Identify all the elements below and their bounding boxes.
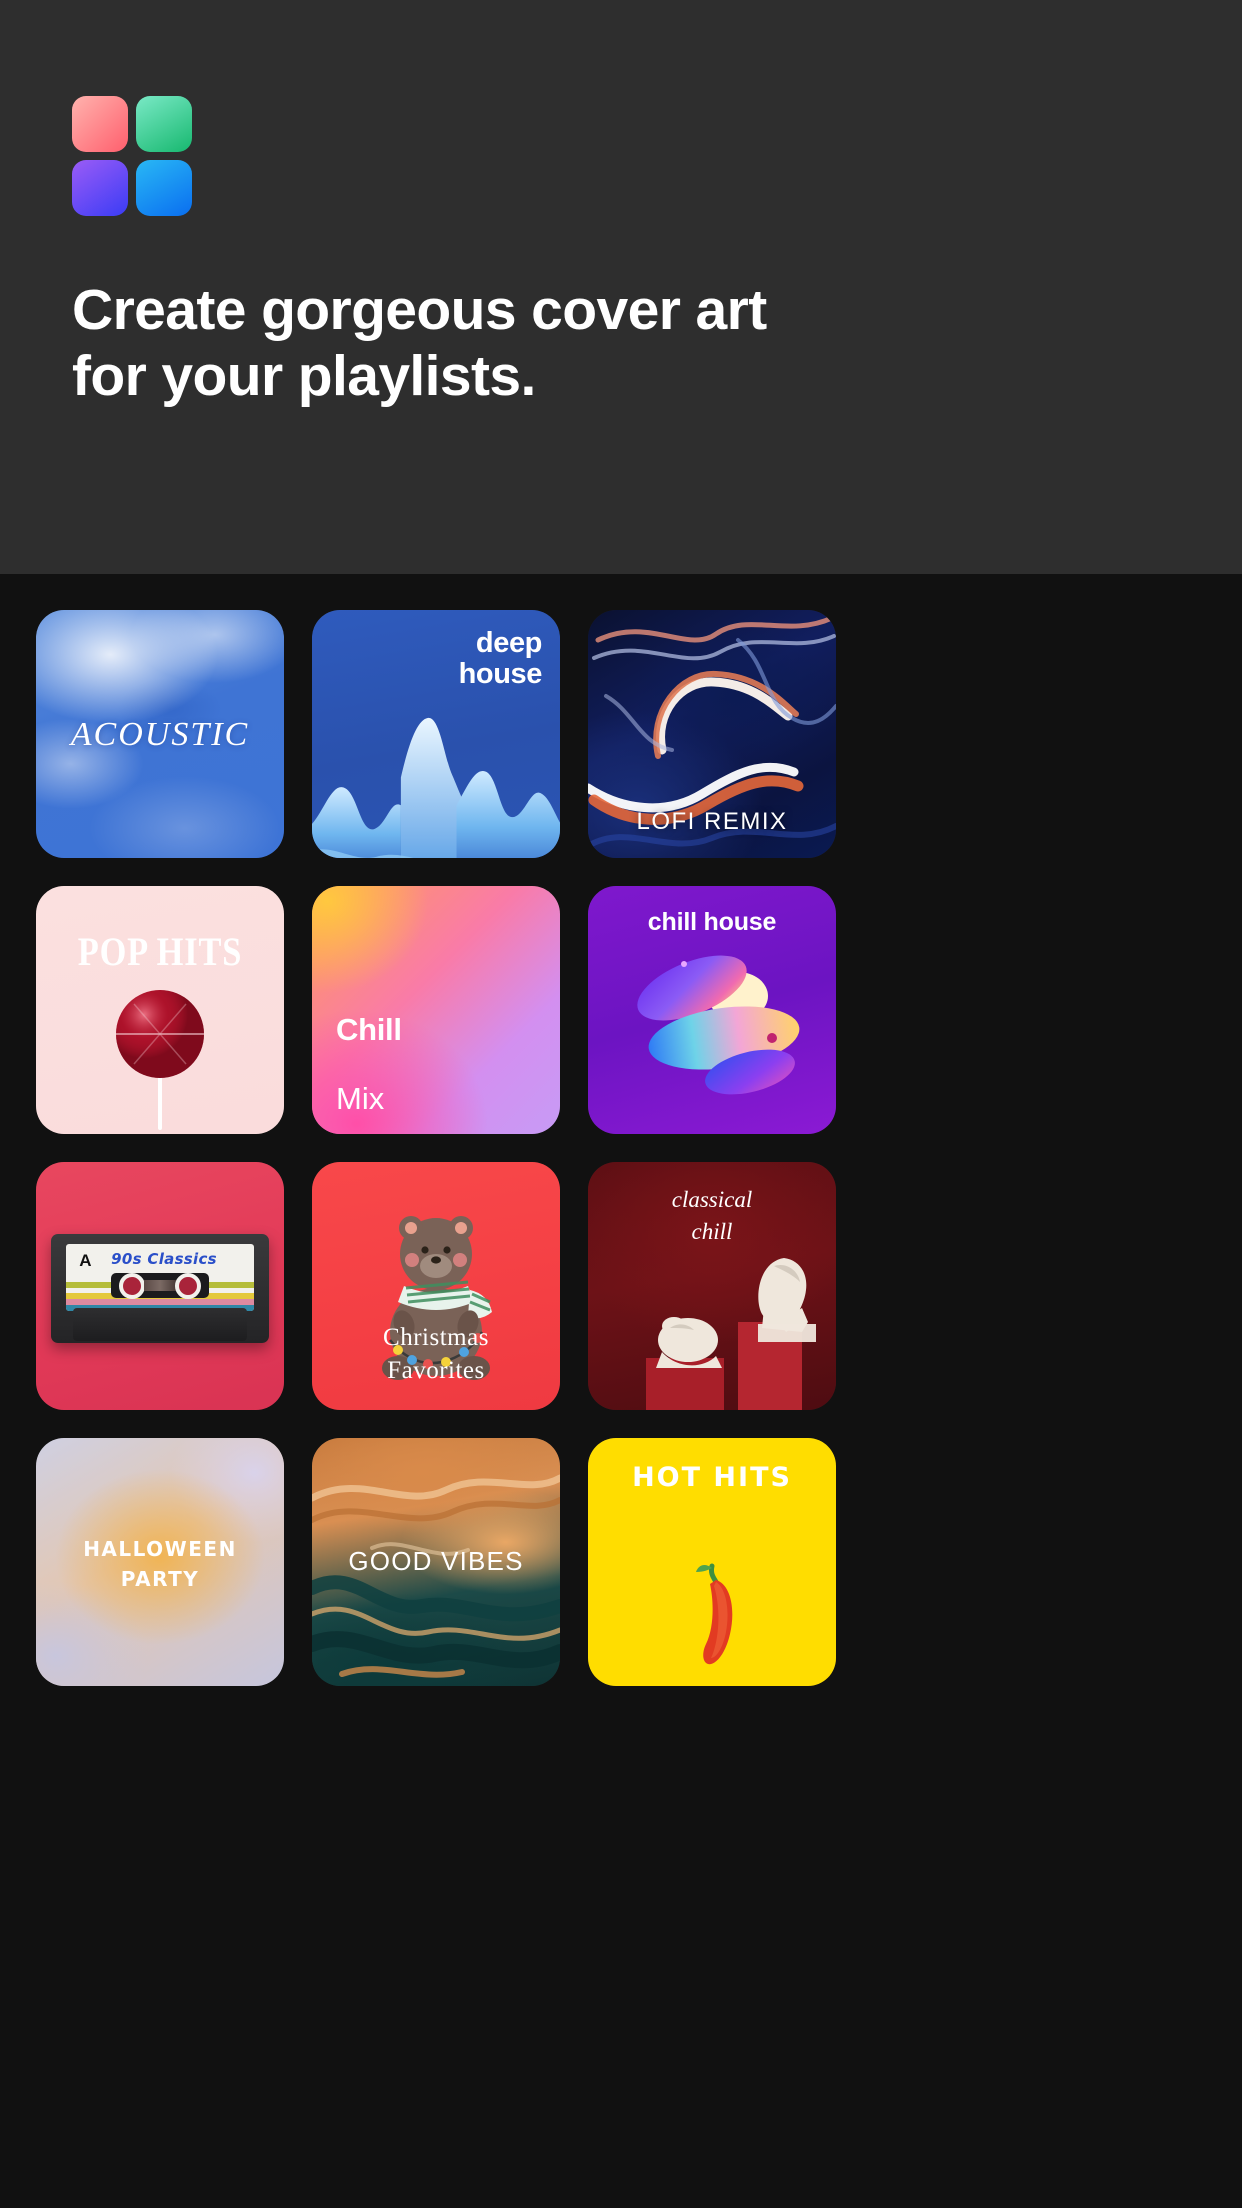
lollipop-icon — [116, 990, 204, 1130]
logo-tile-red-icon — [72, 96, 128, 152]
chili-pepper-icon — [696, 1563, 733, 1665]
wave-peaks-icon — [312, 718, 560, 858]
cover-card-hot-hits[interactable]: HOT HITS — [588, 1438, 836, 1686]
cover-card-pop-hits[interactable]: POP HITS — [36, 886, 284, 1134]
logo-tile-blue-icon — [136, 160, 192, 216]
app-logo[interactable] — [72, 96, 192, 216]
cover-card-christmas-favorites[interactable]: Christmas Favorites — [312, 1162, 560, 1410]
cover-art-gallery: ACOUSTIC deep house LOFI REMIX POP HITS … — [0, 574, 1242, 1686]
cover-title-chill-mix: Chill Mix — [336, 978, 402, 1134]
cover-title-chill-house: chill house — [647, 908, 777, 936]
cover-title-90s-classics: 90s Classics — [111, 1249, 217, 1268]
cover-card-chill-mix[interactable]: Chill Mix — [312, 886, 560, 1134]
cover-title-acoustic: ACOUSTIC — [70, 716, 250, 753]
cover-card-lofi-remix[interactable]: LOFI REMIX — [588, 610, 836, 858]
headline-line-2: for your playlists. — [72, 343, 536, 408]
cover-card-acoustic[interactable]: ACOUSTIC — [36, 610, 284, 858]
cassette-side-label: A — [79, 1251, 92, 1271]
cover-title-hot-hits: HOT HITS — [632, 1462, 792, 1493]
cover-card-chill-house[interactable]: chill house — [588, 886, 836, 1134]
logo-tile-green-icon — [136, 96, 192, 152]
logo-tile-purple-icon — [72, 160, 128, 216]
headline-line-1: Create gorgeous cover art — [72, 278, 767, 342]
cover-card-90s-classics[interactable]: A 90s Classics — [36, 1162, 284, 1410]
cover-card-good-vibes[interactable]: GOOD VIBES — [312, 1438, 560, 1686]
cover-title-lofi-remix: LOFI REMIX — [636, 808, 788, 835]
cover-card-classical-chill[interactable]: classical chill — [588, 1162, 836, 1410]
cover-title-pop-hits: POP HITS — [77, 929, 243, 974]
chill-mix-title-regular: Mix — [336, 1081, 385, 1117]
page-title: Create gorgeous cover art for your playl… — [72, 278, 872, 409]
cover-title-deep-house: deep house — [458, 627, 543, 691]
cover-title-halloween-party: HALLOWEEN PARTY — [83, 1537, 237, 1591]
cover-card-halloween-party[interactable]: HALLOWEEN PARTY — [36, 1438, 284, 1686]
cover-title-classical-chill: classical chill — [671, 1187, 753, 1245]
cover-card-deep-house[interactable]: deep house — [312, 610, 560, 858]
page-header: Create gorgeous cover art for your playl… — [0, 0, 1242, 574]
cassette-tape-icon: A 90s Classics — [50, 1233, 270, 1344]
cover-title-good-vibes: GOOD VIBES — [348, 1546, 524, 1576]
chill-mix-title-bold: Chill — [336, 1011, 402, 1047]
pop-hits-artwork — [36, 886, 284, 1134]
cover-title-christmas-favorites: Christmas Favorites — [383, 1323, 489, 1385]
